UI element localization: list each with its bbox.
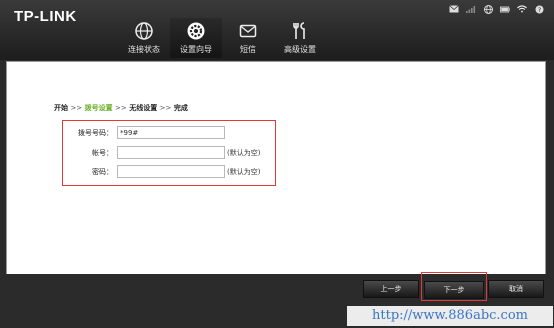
- dial-number-label: 拨号号码：: [78, 129, 113, 137]
- wifi-icon: [517, 5, 527, 13]
- svg-text:?: ?: [537, 6, 540, 14]
- dial-number-input[interactable]: [117, 126, 225, 139]
- nav-label: 设置向导: [180, 45, 212, 54]
- tools-icon: [293, 22, 305, 39]
- nav-item-connection-status[interactable]: 连接状态: [118, 18, 170, 58]
- nav-item-sms[interactable]: 短信: [222, 18, 274, 58]
- nav-item-advanced-settings[interactable]: 高级设置: [274, 18, 326, 58]
- top-header: TP-LINK 连接状态 设置向导 短信 高级设置 ?: [0, 0, 554, 60]
- nav-label: 短信: [240, 45, 256, 54]
- help-icon[interactable]: ?: [534, 5, 544, 14]
- password-hint: (默认为空): [227, 168, 261, 176]
- globe-icon: [135, 22, 153, 40]
- account-input[interactable]: [117, 146, 225, 159]
- gear-icon: [187, 22, 205, 40]
- tp-link-logo: TP-LINK: [14, 8, 77, 25]
- password-label: 密码：: [92, 168, 113, 176]
- breadcrumb: 开始 >> 拨号设置 >> 无线设置 >> 完成: [54, 103, 188, 113]
- watermark: http://www.886abc.com: [347, 306, 553, 326]
- nav-item-setup-wizard[interactable]: 设置向导: [170, 18, 222, 58]
- dial-settings-form: 拨号号码： 帐号： (默认为空) 密码： (默认为空): [62, 120, 276, 186]
- password-input[interactable]: [117, 165, 225, 178]
- breadcrumb-step-wireless-settings: 无线设置: [129, 104, 158, 112]
- breadcrumb-step-finish: 完成: [173, 104, 188, 112]
- breadcrumb-separator: >>: [70, 104, 83, 112]
- account-label: 帐号：: [92, 149, 113, 157]
- main-panel: 开始 >> 拨号设置 >> 无线设置 >> 完成 拨号号码： 帐号： (默认为空…: [6, 61, 546, 275]
- network-icon: [483, 4, 493, 14]
- password-row: 密码： (默认为空): [63, 165, 275, 179]
- signal-icon: [466, 5, 476, 13]
- breadcrumb-step-start: 开始: [54, 104, 68, 112]
- envelope-icon: [239, 24, 257, 38]
- cancel-button[interactable]: 取消: [488, 280, 544, 298]
- breadcrumb-separator: >>: [159, 104, 172, 112]
- breadcrumb-separator: >>: [115, 104, 127, 112]
- next-step-highlight: [421, 272, 487, 301]
- dial-number-row: 拨号号码：: [63, 126, 275, 140]
- account-hint: (默认为空): [227, 149, 261, 157]
- main-nav: 连接状态 设置向导 短信 高级设置: [118, 18, 326, 58]
- nav-label: 高级设置: [284, 45, 316, 54]
- nav-label: 连接状态: [128, 45, 160, 54]
- prev-step-button[interactable]: 上一步: [363, 280, 419, 298]
- breadcrumb-step-dial-settings: 拨号设置: [84, 104, 113, 112]
- account-row: 帐号： (默认为空): [63, 146, 275, 160]
- sms-icon[interactable]: [449, 5, 459, 13]
- status-icons: ?: [449, 4, 544, 14]
- battery-icon: [500, 5, 510, 13]
